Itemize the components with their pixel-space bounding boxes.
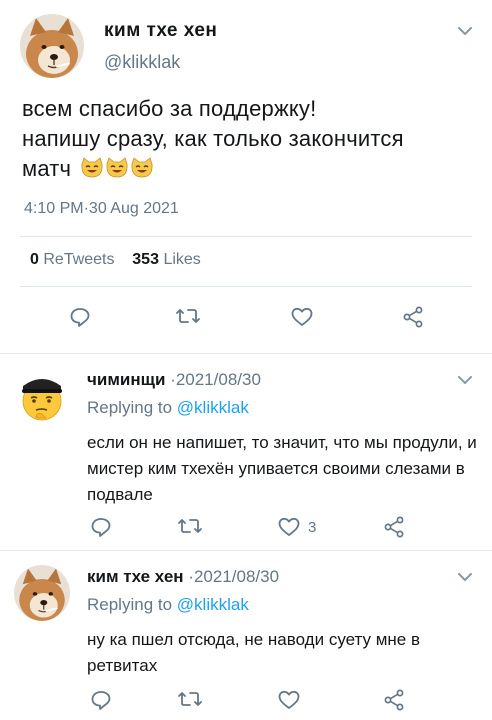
tweet-timestamp: 4:10 PM·30 Aug 2021 <box>24 200 179 217</box>
reply-icon <box>91 691 111 710</box>
tweet-text: всем спасибо за поддержку! напишу сразу,… <box>22 94 477 187</box>
reply-avatar[interactable] <box>14 368 70 424</box>
author-avatar[interactable] <box>20 14 84 78</box>
reply-author-name[interactable]: ким тхе хен <box>87 567 184 586</box>
reply-button[interactable] <box>90 516 112 538</box>
tweet-text-line: матч <box>22 156 72 181</box>
reply-tweet: чиминщи ·2021/08/30 Replying to @klikkla… <box>0 354 492 550</box>
heart-icon <box>278 690 300 709</box>
reply-author-name[interactable]: чиминщи <box>87 370 165 389</box>
retweets-count: 0 <box>30 251 39 268</box>
tweet-stats: 0 ReTweets 353 Likes <box>30 251 201 269</box>
author-name[interactable]: ким тхе хен <box>104 20 217 42</box>
like-button[interactable]: 3 <box>278 516 316 538</box>
retweet-icon <box>176 309 200 323</box>
reply-actions: 3 <box>0 516 492 544</box>
author-handle[interactable]: @klikklak <box>104 52 180 73</box>
main-tweet: ким тхе хен @klikklak всем спасибо за по… <box>0 0 492 352</box>
like-button[interactable] <box>291 306 313 328</box>
reply-icon <box>91 518 111 537</box>
likes-count: 353 <box>132 251 159 268</box>
reply-tweet: ким тхе хен ·2021/08/30 Replying to @kli… <box>0 551 492 720</box>
divider <box>20 236 472 237</box>
retweet-icon <box>178 692 202 706</box>
tweet-actions <box>0 306 492 334</box>
grinning-cat-icon <box>106 157 127 178</box>
heart-icon <box>278 517 300 536</box>
reply-date[interactable]: ·2021/08/30 <box>170 370 261 389</box>
share-icon <box>384 516 404 538</box>
replying-to: Replying to @klikklak <box>87 398 249 418</box>
chevron-down-icon[interactable] <box>458 573 472 583</box>
like-button[interactable] <box>278 689 300 711</box>
replying-to-label: Replying to <box>87 398 173 417</box>
share-button[interactable] <box>384 689 404 711</box>
chevron-down-icon[interactable] <box>458 376 472 386</box>
replying-to-label: Replying to <box>87 595 173 614</box>
reply-header: чиминщи ·2021/08/30 <box>87 370 261 390</box>
retweet-icon <box>178 519 202 533</box>
reply-text: если он не напишет, то значит, что мы пр… <box>87 433 477 504</box>
replying-to-handle[interactable]: @klikklak <box>177 595 249 614</box>
grinning-cat-icon <box>81 157 102 178</box>
share-button[interactable] <box>403 306 423 328</box>
heart-icon <box>291 307 313 326</box>
reply-actions <box>0 689 492 717</box>
share-icon <box>384 689 404 711</box>
reply-date[interactable]: ·2021/08/30 <box>188 567 279 586</box>
divider <box>20 286 472 287</box>
chevron-down-icon[interactable] <box>458 27 472 37</box>
reply-button[interactable] <box>90 689 112 711</box>
replying-to-handle[interactable]: @klikklak <box>177 398 249 417</box>
share-button[interactable] <box>384 516 404 538</box>
share-icon <box>403 306 423 328</box>
tweet-text-line: напишу сразу, как только закончится <box>22 126 404 151</box>
tweet-text-line: всем спасибо за поддержку! <box>22 96 317 121</box>
reply-header: ким тхе хен ·2021/08/30 <box>87 567 279 587</box>
reply-icon <box>70 308 90 327</box>
retweets-label[interactable]: ReTweets <box>43 251 114 268</box>
retweet-button[interactable] <box>176 306 200 326</box>
reply-text: ну ка пшел отсюда, не наводи суету мне в… <box>87 630 421 675</box>
retweet-button[interactable] <box>178 689 202 709</box>
likes-label[interactable]: Likes <box>163 251 200 268</box>
like-count: 3 <box>308 518 317 536</box>
retweet-button[interactable] <box>178 516 202 536</box>
grinning-cat-icon <box>131 157 152 178</box>
replying-to: Replying to @klikklak <box>87 595 249 615</box>
reply-avatar[interactable] <box>14 565 70 621</box>
cat-emoji-group: 😼😼😼 <box>80 157 154 187</box>
reply-button[interactable] <box>69 306 91 328</box>
